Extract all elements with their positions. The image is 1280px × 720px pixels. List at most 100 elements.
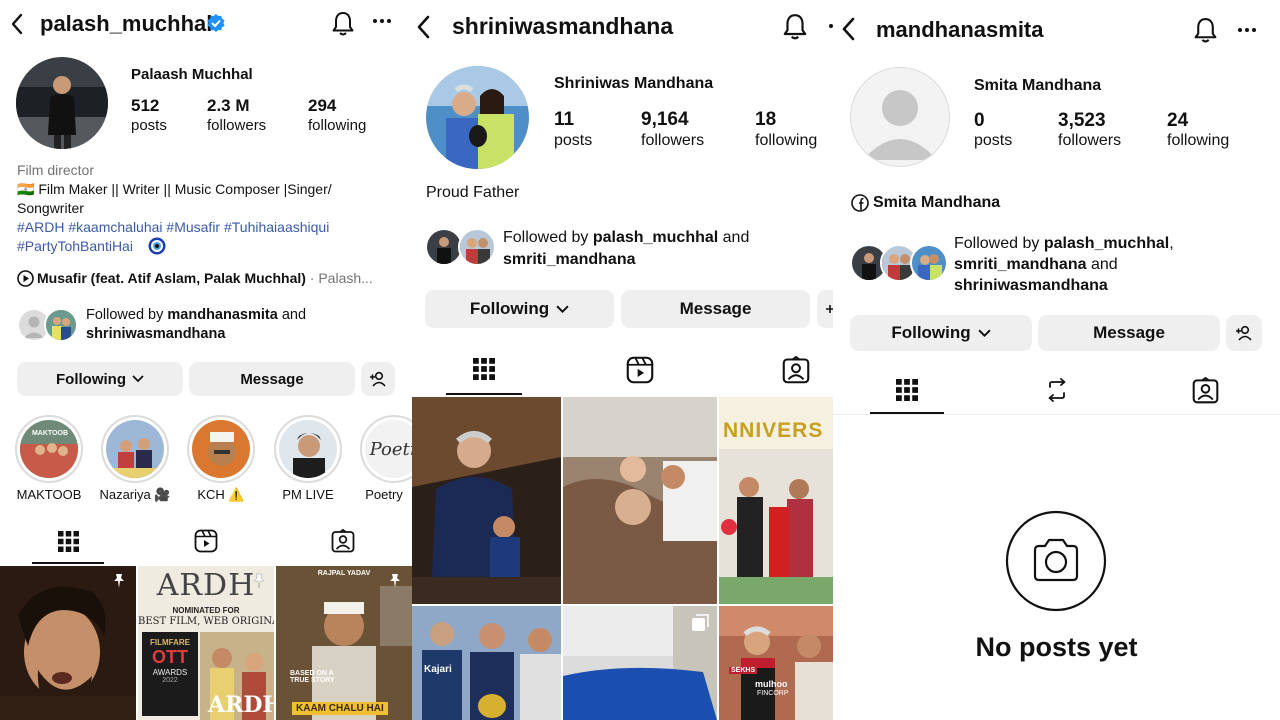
- following-label[interactable]: following: [755, 132, 817, 150]
- post-6-jersey-text-3: FINCORP: [757, 690, 789, 697]
- message-button[interactable]: Message: [189, 362, 355, 396]
- post-3-title: KAAM CHALU HAI: [292, 702, 388, 715]
- followed-by-user-2[interactable]: smriti_mandhana: [954, 256, 1086, 273]
- grid-tab-icon[interactable]: [58, 531, 79, 552]
- profile-avatar[interactable]: [16, 57, 108, 149]
- more-options-icon[interactable]: [1237, 27, 1257, 33]
- profile-panel-palash: palash_muchhal Palaash Muchhal 512 posts…: [0, 0, 412, 720]
- active-tab-indicator: [446, 393, 522, 395]
- following-button[interactable]: Following: [425, 290, 614, 328]
- posts-label: posts: [974, 132, 1013, 149]
- music-suffix: · Palash...: [309, 270, 373, 286]
- grid-tab-icon[interactable]: [896, 379, 918, 401]
- following-button[interactable]: Following: [17, 362, 183, 396]
- bio-hashtags-line-1[interactable]: #ARDH #kaamchaluhai #Musafir #Tuhihaiaas…: [17, 219, 329, 235]
- message-button[interactable]: Message: [621, 290, 810, 328]
- following-button[interactable]: Following: [850, 315, 1032, 351]
- bio-hashtags-line-2[interactable]: #PartyTohBantiHai: [17, 238, 133, 254]
- followed-by-user-1[interactable]: palash_muchhal: [1044, 235, 1169, 252]
- profile-avatar[interactable]: [426, 66, 529, 169]
- followed-by-user-2[interactable]: shriniwasmandhana: [86, 326, 225, 342]
- pinned-post-icon: [250, 572, 268, 590]
- post-2-award-1: FILMFARE: [150, 638, 190, 647]
- following-count[interactable]: 18: [755, 109, 776, 131]
- empty-state-title: No posts yet: [975, 632, 1138, 662]
- back-arrow-icon[interactable]: [841, 17, 857, 41]
- followers-count[interactable]: 3,523: [1058, 110, 1106, 132]
- highlight-nazariya[interactable]: [101, 415, 169, 483]
- more-options-icon[interactable]: [372, 18, 392, 24]
- following-count[interactable]: 24: [1167, 110, 1188, 132]
- followed-by-user-3[interactable]: shriniwasmandhana: [954, 277, 1108, 294]
- followers-label[interactable]: followers: [641, 132, 704, 150]
- profile-category: Film director: [17, 162, 95, 178]
- post-thumbnail-2[interactable]: ARDH NOMINATED FOR BEST FILM, WEB ORIGIN…: [138, 566, 274, 720]
- facebook-link[interactable]: Smita Mandhana: [873, 194, 1000, 212]
- back-arrow-icon[interactable]: [10, 13, 24, 35]
- camera-icon: [1005, 510, 1107, 612]
- tagged-tab-icon[interactable]: [782, 356, 810, 384]
- message-button[interactable]: Message: [1038, 315, 1220, 351]
- highlight-label: Poetry: [365, 487, 403, 502]
- followers-label[interactable]: followers: [1058, 132, 1121, 150]
- play-circle-icon[interactable]: [17, 270, 34, 287]
- post-thumbnail-5[interactable]: [563, 606, 717, 720]
- highlight-poetry-cover: Poetr: [365, 420, 412, 478]
- highlight-poetry[interactable]: Poetr: [360, 415, 412, 483]
- highlight-maktoob[interactable]: MAKTOOB: [15, 415, 83, 483]
- display-name: Smita Mandhana: [974, 77, 1102, 94]
- following-button-label: Following: [469, 299, 550, 318]
- followed-by-comma: ,: [1169, 235, 1174, 252]
- add-person-icon: [825, 302, 833, 316]
- notification-bell-icon[interactable]: [1193, 17, 1218, 44]
- post-thumbnail-3[interactable]: NNIVERS: [719, 397, 833, 604]
- music-track[interactable]: Musafir (feat. Atif Aslam, Palak Muchhal…: [37, 270, 373, 286]
- post-2-award-3: AWARDS: [152, 668, 188, 677]
- follower-avatar-3: [910, 244, 948, 282]
- followed-by-user-2[interactable]: smriti_mandhana: [503, 251, 635, 268]
- followed-by-user-1[interactable]: palash_muchhal: [593, 229, 718, 246]
- bio-line-2: Songwriter: [17, 200, 84, 216]
- grid-tab-icon[interactable]: [473, 358, 495, 380]
- notification-bell-icon[interactable]: [331, 11, 355, 37]
- posts-count: 512: [131, 96, 160, 115]
- reels-tab-icon[interactable]: [626, 356, 654, 384]
- back-arrow-icon[interactable]: [416, 15, 432, 39]
- pinned-post-icon: [110, 572, 128, 590]
- add-person-icon: [369, 371, 387, 387]
- message-button-label: Message: [679, 299, 752, 318]
- active-tab-indicator: [32, 562, 104, 564]
- highlight-pm-live[interactable]: [274, 415, 342, 483]
- reels-tab-icon[interactable]: [194, 529, 218, 553]
- tagged-tab-icon[interactable]: [331, 529, 355, 553]
- reposts-tab-icon[interactable]: [1044, 377, 1070, 403]
- message-button-label: Message: [240, 370, 304, 388]
- svg-text:MAKTOOB: MAKTOOB: [32, 430, 68, 437]
- following-label[interactable]: following: [308, 117, 366, 134]
- suggest-user-button[interactable]: [1226, 315, 1262, 351]
- post-6-jersey-text-2: mulhoo: [755, 679, 788, 689]
- post-thumbnail-2[interactable]: [563, 397, 717, 604]
- followers-label[interactable]: followers: [207, 117, 266, 134]
- notification-bell-icon[interactable]: [782, 13, 808, 41]
- highlight-kch-cover: [192, 420, 250, 478]
- following-label[interactable]: following: [1167, 132, 1229, 150]
- followed-by-text: Followed by mandhanasmita and shriniwasm…: [86, 306, 306, 344]
- followers-count[interactable]: 9,164: [641, 109, 689, 131]
- highlight-label: MAKTOOB: [16, 487, 82, 502]
- tagged-tab-icon[interactable]: [1192, 377, 1219, 404]
- following-count[interactable]: 294: [308, 96, 336, 116]
- facebook-icon[interactable]: [851, 194, 869, 212]
- suggest-user-button[interactable]: [361, 362, 395, 396]
- post-thumbnail-1[interactable]: [0, 566, 136, 720]
- suggest-user-button[interactable]: [817, 290, 833, 328]
- multiple-images-icon: [691, 614, 709, 632]
- post-thumbnail-3[interactable]: RAJPAL YADAV BASED ON A TRUE STORY KAAM …: [276, 566, 412, 720]
- post-thumbnail-1[interactable]: [412, 397, 561, 604]
- profile-avatar-default[interactable]: [850, 67, 950, 167]
- post-thumbnail-4[interactable]: Kajari: [412, 606, 561, 720]
- followed-by-user-1[interactable]: mandhanasmita: [167, 307, 277, 323]
- post-thumbnail-6[interactable]: SEKHS mulhoo FINCORP: [719, 606, 833, 720]
- followers-count[interactable]: 2.3 M: [207, 96, 250, 116]
- highlight-kch[interactable]: [187, 415, 255, 483]
